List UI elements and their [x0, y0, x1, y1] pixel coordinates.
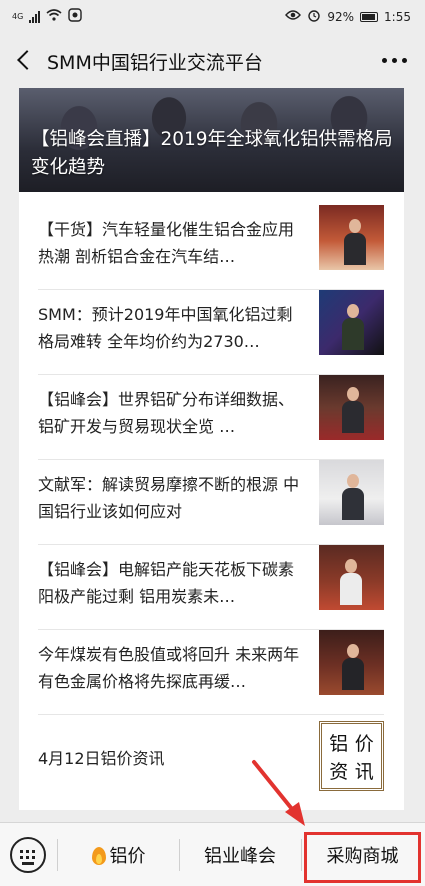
price-news-thumbnail: 铝 价 资 讯	[319, 721, 384, 791]
article-thumbnail	[319, 545, 384, 610]
article-thumbnail	[319, 375, 384, 440]
page-title: SMM中国铝行业交流平台	[47, 52, 263, 74]
article-title: SMM：预计2019年中国氧化铝过剩格局难转 全年均价约为2730…	[38, 305, 293, 351]
app-notification-icon	[68, 8, 82, 25]
article-title: 今年煤炭有色股值或将回升 未来两年有色金属价格将先探底再缓…	[38, 645, 300, 691]
battery-icon	[360, 11, 379, 22]
article-thumbnail	[319, 205, 384, 270]
price-box-char: 价	[354, 732, 374, 755]
signal-icon	[29, 10, 41, 23]
price-news-item[interactable]: 4月12日铝价资讯 铝 价 资 讯	[38, 721, 384, 791]
article-card: 【铝峰会直播】2019年全球氧化铝供需格局变化趋势 【干货】汽车轻量化催生铝合金…	[19, 88, 404, 810]
price-box-char: 讯	[354, 760, 374, 783]
clock-time: 1:55	[384, 9, 411, 24]
highlight-box	[304, 832, 421, 883]
menu-item-label: 铝价	[109, 846, 146, 867]
article-item[interactable]: 文献军：解读贸易摩擦不断的根源 中国铝行业该如何应对	[38, 460, 384, 545]
price-news-title: 4月12日铝价资讯	[38, 749, 165, 768]
menu-item-summit[interactable]: 铝业峰会	[180, 823, 300, 886]
article-thumbnail	[319, 290, 384, 355]
flame-icon	[91, 845, 107, 865]
article-item[interactable]: 【干货】汽车轻量化催生铝合金应用热潮 剖析铝合金在汽车结…	[38, 205, 384, 290]
menu-item-label: 铝业峰会	[204, 846, 276, 867]
article-title: 【铝峰会】世界铝矿分布详细数据、铝矿开发与贸易现状全览 …	[38, 390, 295, 436]
keyboard-toggle-icon[interactable]	[10, 837, 46, 873]
alarm-icon	[307, 8, 321, 25]
back-arrow-icon[interactable]	[12, 44, 40, 76]
article-title: 文献军：解读贸易摩擦不断的根源 中国铝行业该如何应对	[38, 475, 300, 521]
article-title: 【铝峰会】电解铝产能天花板下碳素阳极产能过剩 铝用炭素未…	[38, 560, 295, 606]
price-box-char: 资	[329, 760, 349, 783]
network-type: 4G	[12, 12, 24, 21]
hero-article[interactable]: 【铝峰会直播】2019年全球氧化铝供需格局变化趋势	[19, 88, 404, 192]
nav-bar: SMM中国铝行业交流平台	[0, 32, 425, 88]
status-bar: 4G 92% 1:55	[0, 0, 425, 32]
article-item[interactable]: 今年煤炭有色股值或将回升 未来两年有色金属价格将先探底再缓…	[38, 630, 384, 715]
article-title: 【干货】汽车轻量化催生铝合金应用热潮 剖析铝合金在汽车结…	[38, 220, 295, 266]
menu-item-aluminum-price[interactable]: 铝价	[58, 823, 178, 886]
more-options-icon[interactable]	[382, 58, 407, 63]
article-item[interactable]: 【铝峰会】电解铝产能天花板下碳素阳极产能过剩 铝用炭素未…	[38, 545, 384, 630]
eye-icon	[285, 9, 302, 24]
battery-percent: 92%	[327, 9, 355, 24]
hero-article-title: 【铝峰会直播】2019年全球氧化铝供需格局变化趋势	[31, 129, 393, 178]
price-box-char: 铝	[329, 732, 349, 755]
article-item[interactable]: 【铝峰会】世界铝矿分布详细数据、铝矿开发与贸易现状全览 …	[38, 375, 384, 460]
article-thumbnail	[319, 630, 384, 695]
wifi-icon	[46, 9, 62, 24]
article-item[interactable]: SMM：预计2019年中国氧化铝过剩格局难转 全年均价约为2730…	[38, 290, 384, 375]
article-thumbnail	[319, 460, 384, 525]
